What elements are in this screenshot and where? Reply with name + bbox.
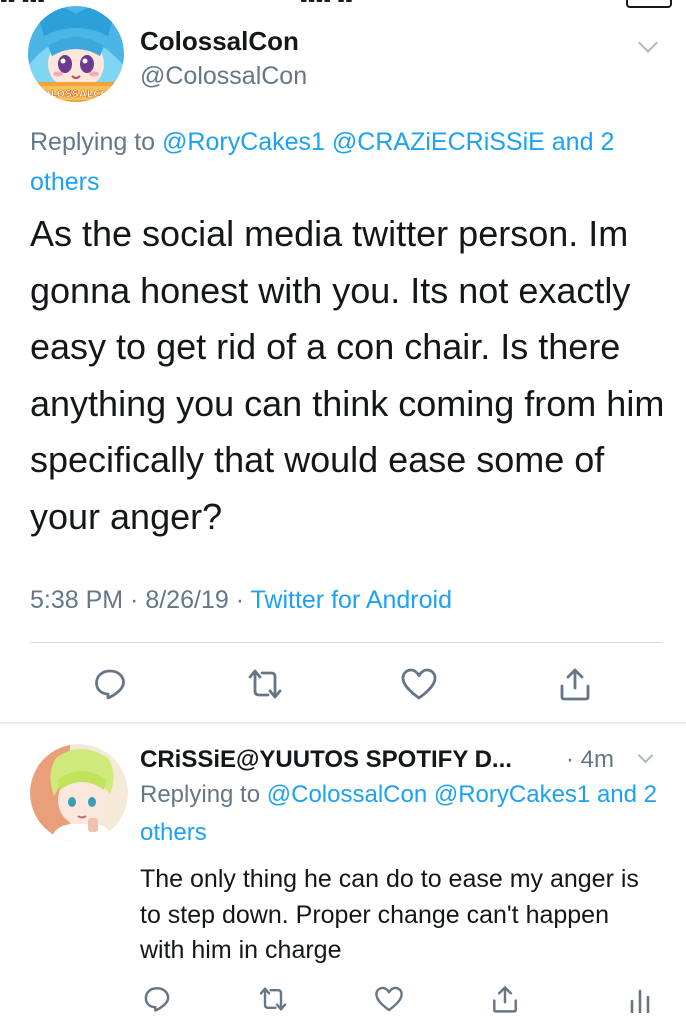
mention-link[interactable]: @CRAZiECRiSSiE (332, 128, 545, 156)
author-handle[interactable]: @ColossalCon (140, 62, 307, 91)
reply-button[interactable] (88, 662, 132, 706)
mention-link[interactable]: @ColossalCon (267, 781, 427, 808)
tweet-time: 5:38 PM (30, 586, 124, 614)
meta-separator: · (228, 586, 251, 614)
analytics-icon (630, 989, 650, 1013)
tweet-source-link[interactable]: Twitter for Android (251, 586, 452, 614)
mention-link[interactable]: @RoryCakes1 (434, 781, 590, 808)
chevron-down-icon[interactable] (638, 33, 658, 53)
avatar[interactable]: COLOSSALCON (28, 6, 124, 102)
carrier-indicator: ▪▪ ▪▪▪ (0, 0, 45, 12)
like-icon (401, 668, 437, 700)
like-icon (375, 986, 403, 1012)
mention-link[interactable]: @RoryCakes1 (162, 128, 325, 156)
author-name[interactable]: CRiSSiE@YUUTOS SPOTIFY D... (140, 746, 512, 774)
divider (30, 642, 662, 643)
clock: ▪▪▪▪ ▪▪ (300, 0, 353, 12)
share-icon (560, 668, 590, 701)
avatar[interactable] (30, 744, 128, 842)
meta-separator: · (123, 586, 146, 614)
retweet-icon (248, 669, 282, 699)
like-button[interactable] (397, 662, 441, 706)
retweet-button[interactable] (253, 982, 293, 1016)
replying-to-line: Replying to @ColossalCon @RoryCakes1 and… (140, 776, 660, 852)
analytics-button[interactable] (624, 982, 656, 1016)
reply-header: CRiSSiE@YUUTOS SPOTIFY D... · 4m (140, 744, 660, 776)
status-bar: ▪▪ ▪▪▪ ▪▪▪▪ ▪▪ (0, 0, 686, 12)
tweet-text: As the social media twitter person. Im g… (30, 213, 665, 537)
tweet-meta: 5:38 PM · 8/26/19 · Twitter for Android (30, 586, 452, 615)
tweet-date: 8/26/19 (145, 586, 229, 614)
replying-to-line: Replying to @RoryCakes1 @CRAZiECRiSSiE a… (30, 122, 670, 202)
reply-icon (144, 987, 170, 1012)
avatar-image (30, 744, 128, 842)
replying-prefix: Replying to (140, 781, 267, 808)
battery-icon (626, 0, 672, 8)
author-name[interactable]: ColossalCon (140, 26, 299, 57)
share-button[interactable] (487, 982, 523, 1016)
tweet-separator (0, 722, 686, 724)
share-icon (493, 986, 517, 1013)
share-button[interactable] (553, 662, 597, 706)
replying-prefix: Replying to (30, 128, 163, 156)
reply-icon (95, 669, 125, 700)
tweet-text: The only thing he can do to ease my ange… (140, 865, 639, 964)
retweet-button[interactable] (241, 662, 289, 706)
avatar-image: COLOSSALCON (28, 6, 124, 102)
avatar-badge-text: COLOSSALCON (35, 89, 118, 100)
tweet-time: · 4m (566, 746, 614, 773)
retweet-icon (259, 987, 287, 1011)
like-button[interactable] (371, 982, 407, 1016)
reply-button[interactable] (139, 982, 175, 1016)
